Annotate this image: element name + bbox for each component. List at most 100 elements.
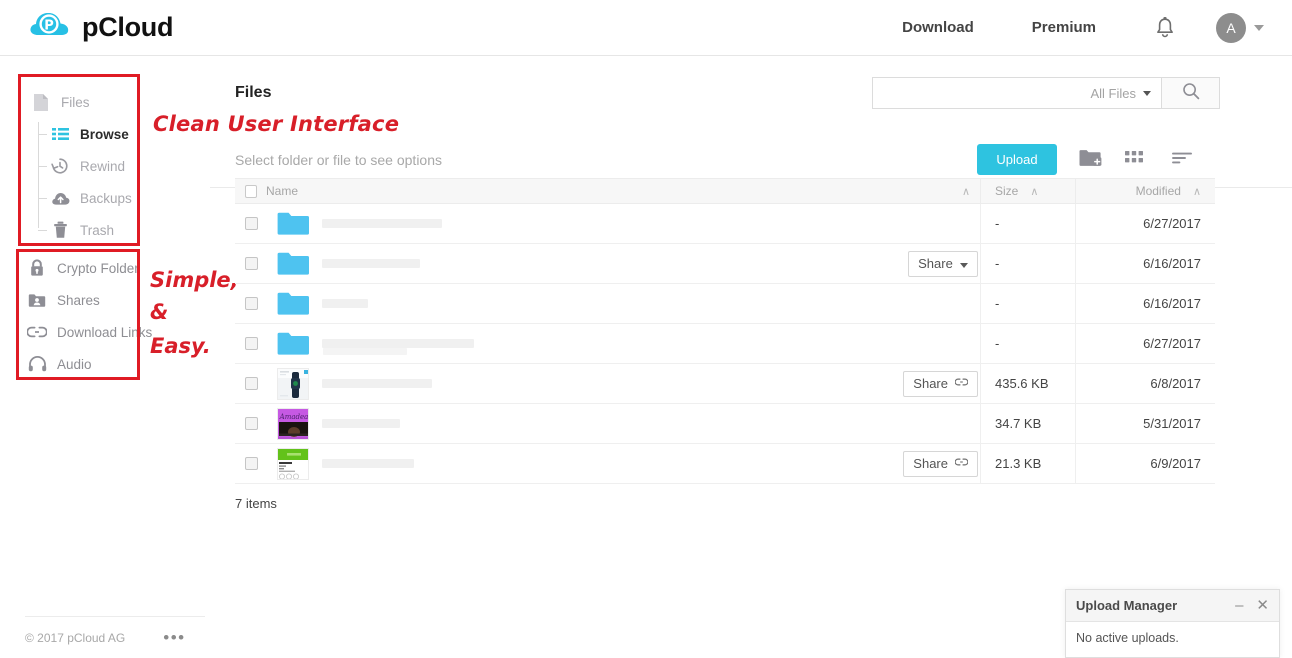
main-content: Files All Files Select folder or file to… [210, 56, 1292, 658]
sidebar-item-backups[interactable]: Backups [30, 182, 132, 214]
nav-download[interactable]: Download [902, 19, 974, 36]
redacted-name-line [323, 347, 407, 355]
cell-modified: 6/9/2017 [1075, 443, 1215, 484]
cell-size: 435.6 KB [980, 363, 1075, 404]
list-icon [49, 123, 71, 145]
sidebar-item-label: Browse [80, 126, 129, 142]
row-checkbox[interactable] [245, 337, 258, 350]
row-checkbox[interactable] [245, 297, 258, 310]
cell-modified: 6/27/2017 [1075, 323, 1215, 364]
file-thumbnail [277, 447, 309, 480]
new-folder-icon[interactable] [1076, 144, 1104, 172]
table-row[interactable]: Share 435.6 KB 6/8/2017 [235, 363, 1215, 404]
file-thumbnail: Amadea [277, 407, 309, 440]
annotation-ampersand: & [150, 300, 169, 324]
column-header-size[interactable]: Size ∧ [980, 178, 1075, 204]
share-label: Share [918, 256, 953, 271]
cloud-upload-icon [49, 187, 71, 209]
rewind-clock-icon [49, 155, 71, 177]
link-icon [954, 376, 969, 391]
share-label: Share [913, 456, 948, 471]
bell-icon[interactable] [1154, 16, 1176, 40]
sidebar-item-label: Trash [80, 222, 115, 238]
close-icon[interactable]: ✕ [1256, 598, 1269, 613]
sidebar-item-download-links[interactable]: Download Links [26, 316, 152, 348]
share-button[interactable]: Share [908, 250, 978, 277]
link-icon [954, 456, 969, 471]
account-menu[interactable]: A [1216, 12, 1264, 43]
redacted-file-name [322, 339, 474, 348]
file-table: Name ∧ Size ∧ Modified ∧ -6/27/2017 Share… [235, 178, 1215, 484]
upload-button[interactable]: Upload [977, 144, 1057, 175]
sidebar-item-label: Crypto Folder [57, 260, 139, 276]
more-dots-icon[interactable]: ••• [163, 629, 185, 646]
file-thumbnail [277, 367, 309, 400]
tree-tick [38, 134, 47, 135]
search-button[interactable] [1161, 78, 1219, 108]
cell-modified: 6/16/2017 [1075, 283, 1215, 324]
chevron-down-icon [959, 256, 968, 271]
sidebar-item-trash[interactable]: Trash [30, 214, 132, 246]
table-row[interactable]: Share 21.3 KB 6/9/2017 [235, 443, 1215, 484]
grid-view-icon[interactable] [1120, 144, 1148, 172]
sidebar-item-browse[interactable]: Browse [30, 118, 132, 150]
sidebar-item-files-root[interactable]: Files [30, 86, 132, 118]
sidebar-item-label: Files [61, 94, 90, 110]
share-label: Share [913, 376, 948, 391]
nav-premium[interactable]: Premium [1032, 19, 1096, 36]
table-row[interactable]: -6/27/2017 [235, 323, 1215, 364]
sidebar-item-shares[interactable]: Shares [26, 284, 152, 316]
folder-icon [277, 211, 309, 236]
search-input[interactable] [873, 78, 1089, 108]
sidebar-item-rewind[interactable]: Rewind [30, 150, 132, 182]
sidebar-item-label: Download Links [57, 324, 153, 340]
search-bar: All Files [872, 77, 1220, 109]
row-checkbox[interactable] [245, 217, 258, 230]
tree-tick [38, 198, 47, 199]
magnifier-icon [1182, 82, 1200, 105]
minimize-icon[interactable]: – [1235, 598, 1243, 613]
share-button[interactable]: Share [903, 450, 978, 477]
sidebar-item-label: Rewind [80, 158, 126, 174]
row-checkbox[interactable] [245, 377, 258, 390]
sort-caret-icon: ∧ [1030, 185, 1039, 198]
row-checkbox[interactable] [245, 417, 258, 430]
table-body: -6/27/2017 Share -6/16/2017-6/16/2017-6/27… [235, 203, 1215, 484]
upload-manager-panel: Upload Manager – ✕ No active uploads. [1065, 589, 1280, 658]
sidebar-item-crypto-folder[interactable]: Crypto Folder [26, 252, 152, 284]
lock-icon [26, 257, 48, 279]
sidebar-item-audio[interactable]: Audio [26, 348, 152, 380]
table-row[interactable]: Amadea 34.7 KB 5/31/2017 [235, 403, 1215, 444]
sidebar-item-label: Backups [80, 190, 132, 206]
table-row[interactable]: -6/27/2017 [235, 203, 1215, 244]
cell-name: Share [235, 444, 980, 484]
row-checkbox[interactable] [245, 457, 258, 470]
column-label: Name [266, 184, 299, 198]
row-checkbox[interactable] [245, 257, 258, 270]
column-label: Size [995, 184, 1019, 198]
table-row[interactable]: -6/16/2017 [235, 283, 1215, 324]
chevron-down-icon [1254, 24, 1264, 31]
avatar: A [1216, 12, 1246, 43]
share-button[interactable]: Share [903, 370, 978, 397]
redacted-file-name [322, 379, 432, 388]
column-header-modified[interactable]: Modified ∧ [1075, 178, 1215, 204]
cell-size: 21.3 KB [980, 443, 1075, 484]
cell-name [235, 204, 980, 244]
select-all-checkbox[interactable] [245, 184, 257, 198]
cell-name [235, 324, 980, 364]
redacted-file-name [322, 219, 442, 228]
search-filter-dropdown[interactable]: All Files [1088, 86, 1161, 101]
cell-name: Share [235, 364, 980, 404]
table-row[interactable]: Share -6/16/2017 [235, 243, 1215, 284]
column-header-name[interactable]: Name ∧ [235, 184, 980, 198]
upload-manager-status: No active uploads. [1076, 631, 1179, 645]
brand-logo-area[interactable]: P pCloud [26, 5, 173, 51]
redacted-file-name [322, 459, 414, 468]
cell-modified: 6/16/2017 [1075, 243, 1215, 284]
app-header: P pCloud Download Premium A [0, 0, 1292, 56]
cell-size: - [980, 243, 1075, 284]
tree-tick [38, 230, 47, 231]
svg-text:P: P [44, 18, 54, 33]
sort-icon[interactable] [1168, 144, 1196, 172]
